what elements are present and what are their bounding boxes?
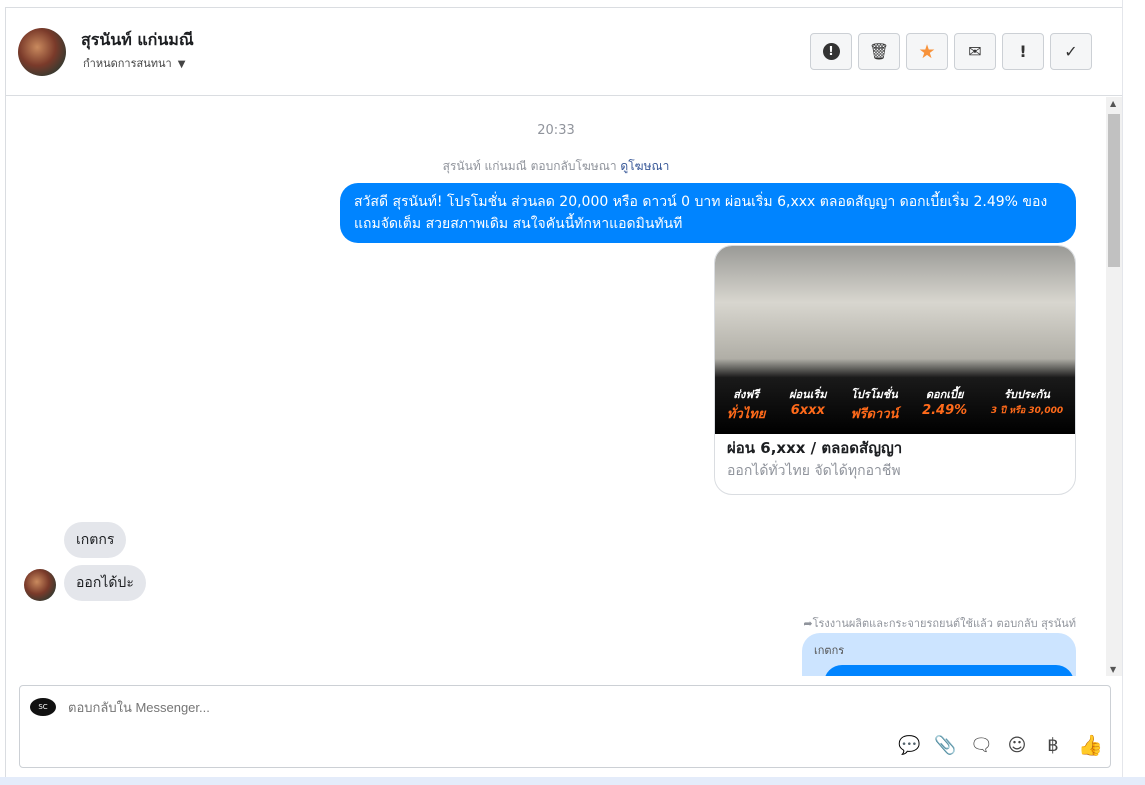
report-button[interactable]: ! — [810, 33, 852, 70]
outgoing-message — [824, 665, 1074, 676]
alert-circle-icon: ! — [822, 43, 840, 60]
timestamp: 20:33 — [537, 123, 575, 138]
card-description: ออกได้ทั่วไทย จัดได้ทุกอาชีพ — [727, 463, 901, 479]
baht-icon[interactable]: ฿ — [1042, 735, 1064, 756]
ad-reply-text: สุรนันท์ แก่นมณี ตอบกลับโฆษณา — [442, 159, 617, 173]
scrollbar-thumb[interactable] — [1108, 114, 1120, 267]
promo-label: รับประกัน — [1004, 388, 1050, 401]
promo-label: ส่งฟรี — [733, 388, 760, 401]
paperclip-icon[interactable]: 📎 — [934, 735, 956, 756]
incoming-message: ออกได้ปะ — [64, 565, 146, 601]
avatar[interactable] — [18, 28, 66, 76]
card-title: ผ่อน 6,xxx / ตลอดสัญญา — [727, 439, 903, 457]
reply-info: ➦โรงงานผลิตและกระจายรถยนต์ใช้แล้ว ตอบกลั… — [803, 614, 1076, 632]
quoted-text: เกตกร — [814, 644, 845, 657]
promo-value: 2.49% — [922, 403, 968, 418]
promo-value: ฟรีดาวน์ — [850, 407, 899, 422]
bottom-strip — [0, 777, 1145, 785]
page-logo: SC — [30, 698, 56, 716]
view-ad-link[interactable]: ดูโฆษณา — [620, 159, 669, 173]
star-icon: ★ — [918, 40, 936, 63]
promo-label: ดอกเบี้ย — [925, 388, 964, 401]
conversation-panel: สุรนันท์ แก่นมณี กำหนดการสนทนา ▼ ! 🗑 ★ ✉ … — [5, 7, 1122, 777]
saved-reply-icon[interactable]: 💬 — [898, 735, 920, 756]
side-panel-edge — [1122, 0, 1145, 785]
promo-value: 3 ปี หรือ 30,000 — [990, 406, 1064, 416]
thumbs-up-icon[interactable]: 👍 — [1078, 733, 1103, 757]
exclamation-icon: ! — [1019, 42, 1027, 61]
check-icon: ✓ — [1064, 42, 1078, 61]
ad-reply-info: สุรนันท์ แก่นมณี ตอบกลับโฆษณา ดูโฆษณา — [6, 157, 1106, 176]
conversation-header: สุรนันท์ แก่นมณี กำหนดการสนทนา ▼ ! 🗑 ★ ✉ … — [6, 8, 1122, 96]
promo-label: โปรโมชั่น — [850, 388, 898, 401]
reply-info-text: โรงงานผลิตและกระจายรถยนต์ใช้แล้ว ตอบกลับ… — [812, 617, 1076, 630]
delete-button[interactable]: 🗑 — [858, 33, 900, 70]
envelope-icon: ✉ — [968, 42, 982, 61]
message-thread: 20:33 สุรนันท์ แก่นมณี ตอบกลับโฆษณา ดูโฆ… — [6, 97, 1106, 676]
mail-button[interactable]: ✉ — [954, 33, 996, 70]
star-button[interactable]: ★ — [906, 33, 948, 70]
conversation-settings-label: กำหนดการสนทนา — [83, 57, 172, 70]
action-toolbar: ! 🗑 ★ ✉ ! ✓ — [810, 33, 1092, 70]
promo-label: ผ่อนเริ่ม — [789, 388, 827, 401]
incoming-message: เกตกร — [64, 522, 127, 558]
outgoing-message: สวัสดี สุรนันท์! โปรโมชั่น ส่วนลด 20,000… — [340, 183, 1076, 243]
scroll-up-icon[interactable]: ▲ — [1110, 99, 1116, 108]
promo-banner: ส่งฟรีทั่วไทย ผ่อนเริ่ม 6xxx โปรโมชั่นฟรี… — [715, 385, 1075, 424]
reply-arrow-icon: ➦ — [803, 617, 813, 630]
promo-value: ทั่วไทย — [726, 407, 766, 422]
emoji-icon[interactable]: ☺ — [1006, 735, 1028, 756]
important-button[interactable]: ! — [1002, 33, 1044, 70]
contact-name[interactable]: สุรนันท์ แก่นมณี — [81, 28, 194, 53]
quoted-reply: เกตกร — [802, 633, 1076, 676]
trash-icon: 🗑 — [868, 42, 890, 61]
chat-bubble-icon[interactable]: 🗨 — [970, 735, 993, 756]
reply-input[interactable] — [68, 700, 868, 715]
conversation-settings-dropdown[interactable]: กำหนดการสนทนา ▼ — [83, 54, 185, 72]
caret-down-icon: ▼ — [177, 59, 186, 70]
sender-avatar — [24, 569, 56, 601]
promo-value: 6xxx — [790, 403, 825, 418]
composer: SC 💬 📎 🗨 ☺ ฿ 👍 — [19, 685, 1111, 768]
car-image: ส่งฟรีทั่วไทย ผ่อนเริ่ม 6xxx โปรโมชั่นฟรี… — [715, 246, 1075, 434]
scrollbar[interactable]: ▲ ▼ — [1106, 97, 1122, 676]
mark-done-button[interactable]: ✓ — [1050, 33, 1092, 70]
composer-toolbar: 💬 📎 🗨 ☺ ฿ 👍 — [898, 733, 1103, 757]
ad-card[interactable]: ส่งฟรีทั่วไทย ผ่อนเริ่ม 6xxx โปรโมชั่นฟรี… — [714, 245, 1076, 495]
scroll-down-icon[interactable]: ▼ — [1110, 665, 1116, 674]
